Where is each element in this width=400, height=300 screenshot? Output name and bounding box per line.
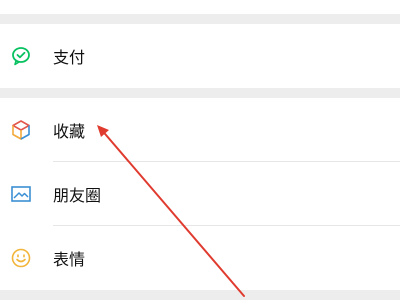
wechat-pay-icon bbox=[9, 44, 33, 68]
moments-photo-icon bbox=[9, 182, 33, 206]
menu-item-favorites-label: 收藏 bbox=[53, 122, 86, 141]
menu-item-moments-label: 朋友圈 bbox=[53, 186, 102, 205]
pay-group: 支付 bbox=[0, 24, 400, 88]
menu-item-pay-label: 支付 bbox=[53, 48, 86, 67]
menu-item-favorites[interactable]: 收藏 bbox=[0, 98, 400, 162]
menu-item-pay[interactable]: 支付 bbox=[0, 24, 400, 88]
sticker-smile-icon bbox=[9, 246, 33, 270]
menu-item-moments[interactable]: 朋友圈 bbox=[0, 162, 400, 226]
previous-group-bottom bbox=[0, 0, 400, 14]
menu-item-stickers[interactable]: 表情 bbox=[0, 226, 400, 290]
content-group: 收藏 朋友圈 表情 bbox=[0, 98, 400, 290]
favorites-cube-icon bbox=[9, 118, 33, 142]
menu-item-stickers-label: 表情 bbox=[53, 250, 86, 269]
